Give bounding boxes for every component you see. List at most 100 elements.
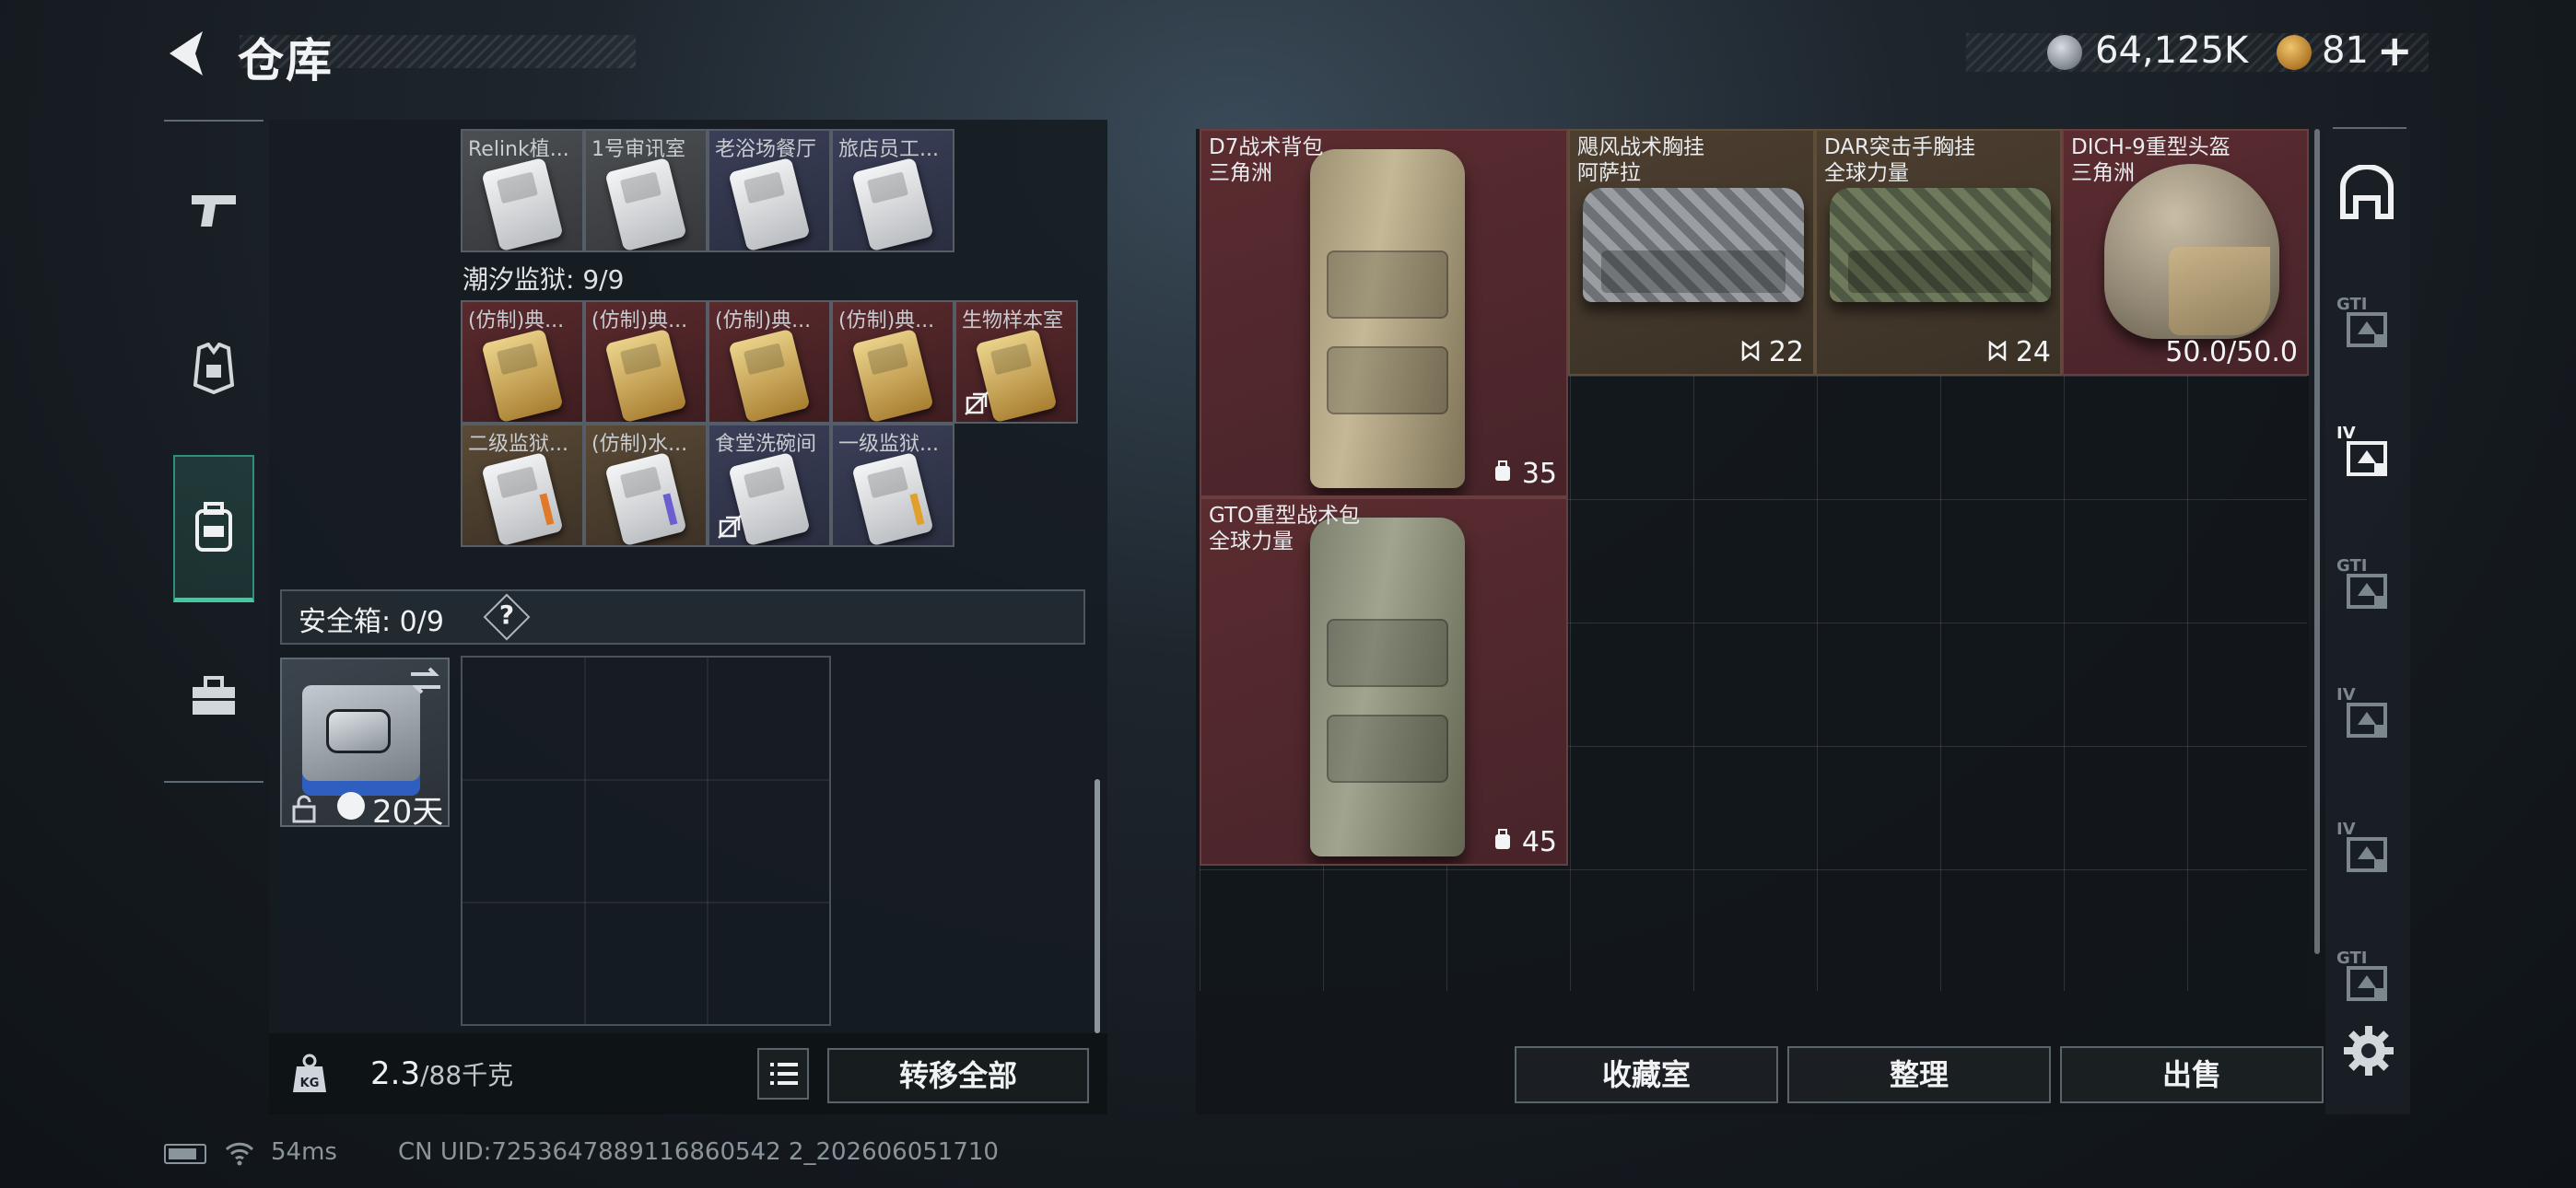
stash-tab-rifle-rack[interactable]: GTI — [2335, 949, 2399, 1013]
keycard-item[interactable]: 二级监狱... — [461, 424, 584, 547]
keycard-image — [728, 157, 811, 250]
keycard-item[interactable]: Relink植... — [461, 129, 584, 252]
item-capacity: 45 — [1493, 826, 1557, 858]
nav-tab-backpack[interactable] — [173, 455, 254, 602]
left-scrollbar[interactable] — [1095, 779, 1100, 1033]
keycard-image — [851, 451, 934, 545]
stash-tab-medical-rack[interactable]: IV — [2335, 685, 2399, 750]
list-view-button[interactable] — [757, 1048, 809, 1100]
svg-text:KG: KG — [300, 1077, 320, 1090]
item-title: 飓风战术胸挂 — [1577, 135, 1704, 159]
item-origin: 全球力量 — [1209, 530, 1294, 553]
item-capacity: 35 — [1493, 458, 1557, 490]
item-dar-chest-rig[interactable]: DAR突击手胸挂 全球力量 24 — [1815, 129, 2062, 376]
stash-tab-garage[interactable] — [2335, 162, 2399, 227]
stash-tab-label: IV — [2336, 820, 2356, 839]
keycard-item[interactable]: (仿制)典... — [708, 300, 831, 424]
keycard-item[interactable]: (仿制)典... — [461, 300, 584, 424]
keycard-item[interactable]: 生物样本室 — [954, 300, 1078, 424]
keycard-item[interactable]: (仿制)水... — [584, 424, 708, 547]
safe-dial-icon — [326, 709, 391, 753]
safe-box-label: 安全箱: 0/9 — [299, 606, 444, 638]
pack-pouch — [1327, 346, 1448, 414]
keycard-item[interactable]: 一级监狱... — [831, 424, 954, 547]
garage-icon — [2340, 165, 2394, 219]
keycard-item[interactable]: (仿制)典... — [831, 300, 954, 424]
item-slots: 24 — [1988, 336, 2051, 368]
item-origin: 全球力量 — [1824, 161, 1909, 185]
stash-tab-helmet-rack[interactable]: GTI — [2335, 295, 2399, 359]
item-capacity-value: 45 — [1521, 826, 1557, 858]
stash-tab-label: IV — [2336, 685, 2356, 705]
lock-icon — [292, 795, 316, 823]
safe-grid-lines — [463, 658, 829, 1024]
weight-capacity: /88千克 — [420, 1060, 514, 1090]
nav-tab-armor[interactable] — [173, 295, 254, 442]
item-hurricane-chest-rig[interactable]: 飓风战术胸挂 阿萨拉 22 — [1568, 129, 1815, 376]
nav-tab-weapons[interactable] — [173, 136, 254, 284]
keycard-item[interactable]: (仿制)典... — [584, 300, 708, 424]
collection-room-button[interactable]: 收藏室 — [1515, 1046, 1778, 1103]
armor-icon — [193, 343, 235, 394]
stash-tab-ammo-rack[interactable]: IV — [2335, 820, 2399, 884]
item-name: DAR突击手胸挂 全球力量 — [1824, 134, 1975, 186]
item-d7-backpack[interactable]: D7战术背包 三角洲 35 — [1200, 129, 1568, 497]
chest-rig-image — [1830, 188, 2051, 302]
keycard-item[interactable]: 食堂洗碗间 — [708, 424, 831, 547]
item-title: D7战术背包 — [1209, 135, 1324, 159]
stash-tab-armor-rack[interactable]: IV — [2335, 424, 2399, 488]
keycard-label: (仿制)典... — [591, 309, 688, 332]
nav-divider — [164, 120, 263, 122]
item-origin: 三角洲 — [1209, 161, 1272, 185]
keycard-label: Relink植... — [468, 138, 569, 161]
keycard-item[interactable]: 老浴场餐厅 — [708, 129, 831, 252]
backpack-image — [1310, 149, 1465, 488]
stash-tab-weapon-rack[interactable]: GTI — [2335, 556, 2399, 621]
sell-button[interactable]: 出售 — [2060, 1046, 2324, 1103]
item-slots-value: 22 — [1768, 336, 1804, 368]
capacity-icon — [1495, 829, 1511, 849]
chest-rig-image — [1583, 188, 1804, 302]
stash-tab-label: GTI — [2336, 556, 2368, 576]
keycard-item[interactable]: 1号审讯室 — [584, 129, 708, 252]
helmet-image — [2104, 164, 2279, 339]
transfer-all-button[interactable]: 转移全部 — [827, 1048, 1089, 1103]
capacity-icon — [1495, 460, 1511, 481]
item-slots: 22 — [1741, 336, 1804, 368]
safe-box-item[interactable]: 20天 — [280, 658, 450, 831]
weight-value: 2.3/88千克 — [370, 1055, 513, 1092]
page-title: 仓库 — [238, 34, 334, 87]
keycard-image — [604, 157, 687, 250]
safe-box-grid[interactable] — [461, 656, 831, 1026]
nav-tab-toolbox[interactable] — [173, 623, 254, 770]
item-gto-backpack[interactable]: GTO重型战术包 全球力量 45 — [1200, 497, 1568, 866]
item-name: 飓风战术胸挂 阿萨拉 — [1577, 134, 1704, 186]
keycard-label: 旅店员工... — [838, 138, 939, 161]
organize-button[interactable]: 整理 — [1787, 1046, 2051, 1103]
gold-currency-value: 81 — [2322, 29, 2369, 72]
keycard-image — [481, 451, 564, 545]
keycard-image — [481, 157, 564, 250]
item-name: DICH-9重型头盔 三角洲 — [2071, 134, 2231, 186]
keycard-label: 生物样本室 — [962, 309, 1064, 332]
item-origin: 阿萨拉 — [1577, 161, 1641, 185]
help-mark: ? — [498, 600, 515, 630]
back-button[interactable] — [162, 26, 214, 81]
item-dich9-helmet[interactable]: DICH-9重型头盔 三角洲 50.0/50.0 — [2062, 129, 2309, 376]
backpack-icon — [195, 501, 232, 552]
keycard-item[interactable]: 旅店员工... — [831, 129, 954, 252]
keycard-image — [851, 157, 934, 250]
item-title: GTO重型战术包 — [1209, 504, 1361, 528]
slots-icon — [1742, 340, 1760, 362]
pack-pouch — [1327, 715, 1448, 783]
gear-icon[interactable] — [2340, 1022, 2397, 1079]
stash-tab-label: IV — [2336, 424, 2356, 443]
backpack-image — [1310, 518, 1465, 856]
swap-icon[interactable] — [407, 665, 444, 696]
keycard-image — [604, 328, 687, 422]
slots-icon — [1989, 340, 2007, 362]
add-currency-button[interactable]: + — [2377, 26, 2413, 76]
stash-tab-label: GTI — [2336, 295, 2368, 314]
stash-scrollbar[interactable] — [2314, 129, 2320, 954]
keycard-label: (仿制)水... — [591, 433, 688, 456]
